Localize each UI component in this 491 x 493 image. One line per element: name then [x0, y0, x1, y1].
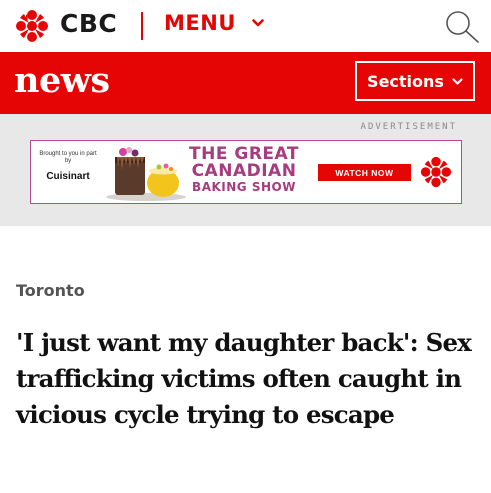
headline: 'I just want my daughter back': Sex traf… [16, 328, 472, 429]
menu-label: MENU [164, 11, 236, 35]
search-icon[interactable] [443, 8, 481, 44]
header-divider [141, 12, 143, 40]
watch-now-button[interactable]: WATCH NOW [318, 164, 411, 181]
top-bar: CBC MENU [0, 0, 491, 52]
ad-show-line2: CANADIAN [191, 161, 297, 181]
chevron-down-icon [452, 77, 463, 85]
section-link[interactable]: Toronto [16, 281, 85, 300]
chevron-down-icon [251, 19, 264, 27]
ad-show-title: THE GREAT CANADIAN BAKING SHOW [189, 146, 299, 195]
sections-label: Sections [367, 71, 444, 91]
menu-button[interactable]: MENU [164, 11, 264, 35]
ad-banner[interactable]: Brought to you in part by Cuisinart THE … [30, 140, 462, 204]
ad-container: ADVERTISEMENT Brought to you in part by … [0, 114, 491, 226]
cbc-gem-icon [420, 156, 452, 188]
ad-show-line3: BAKING SHOW [192, 180, 296, 194]
article: Toronto 'I just want my daughter back': … [0, 226, 491, 493]
sponsor-logo: Cuisinart [46, 171, 90, 182]
cbc-gem-icon[interactable] [14, 8, 50, 44]
ad-label: ADVERTISEMENT [360, 122, 457, 132]
ad-brought-by: Brought to you in part by [39, 151, 97, 164]
sections-button[interactable]: Sections [355, 61, 475, 101]
cake-image [106, 147, 186, 201]
cbc-wordmark[interactable]: CBC [60, 9, 117, 38]
news-bar: news Sections [0, 52, 491, 114]
news-wordmark[interactable]: news [14, 60, 110, 101]
